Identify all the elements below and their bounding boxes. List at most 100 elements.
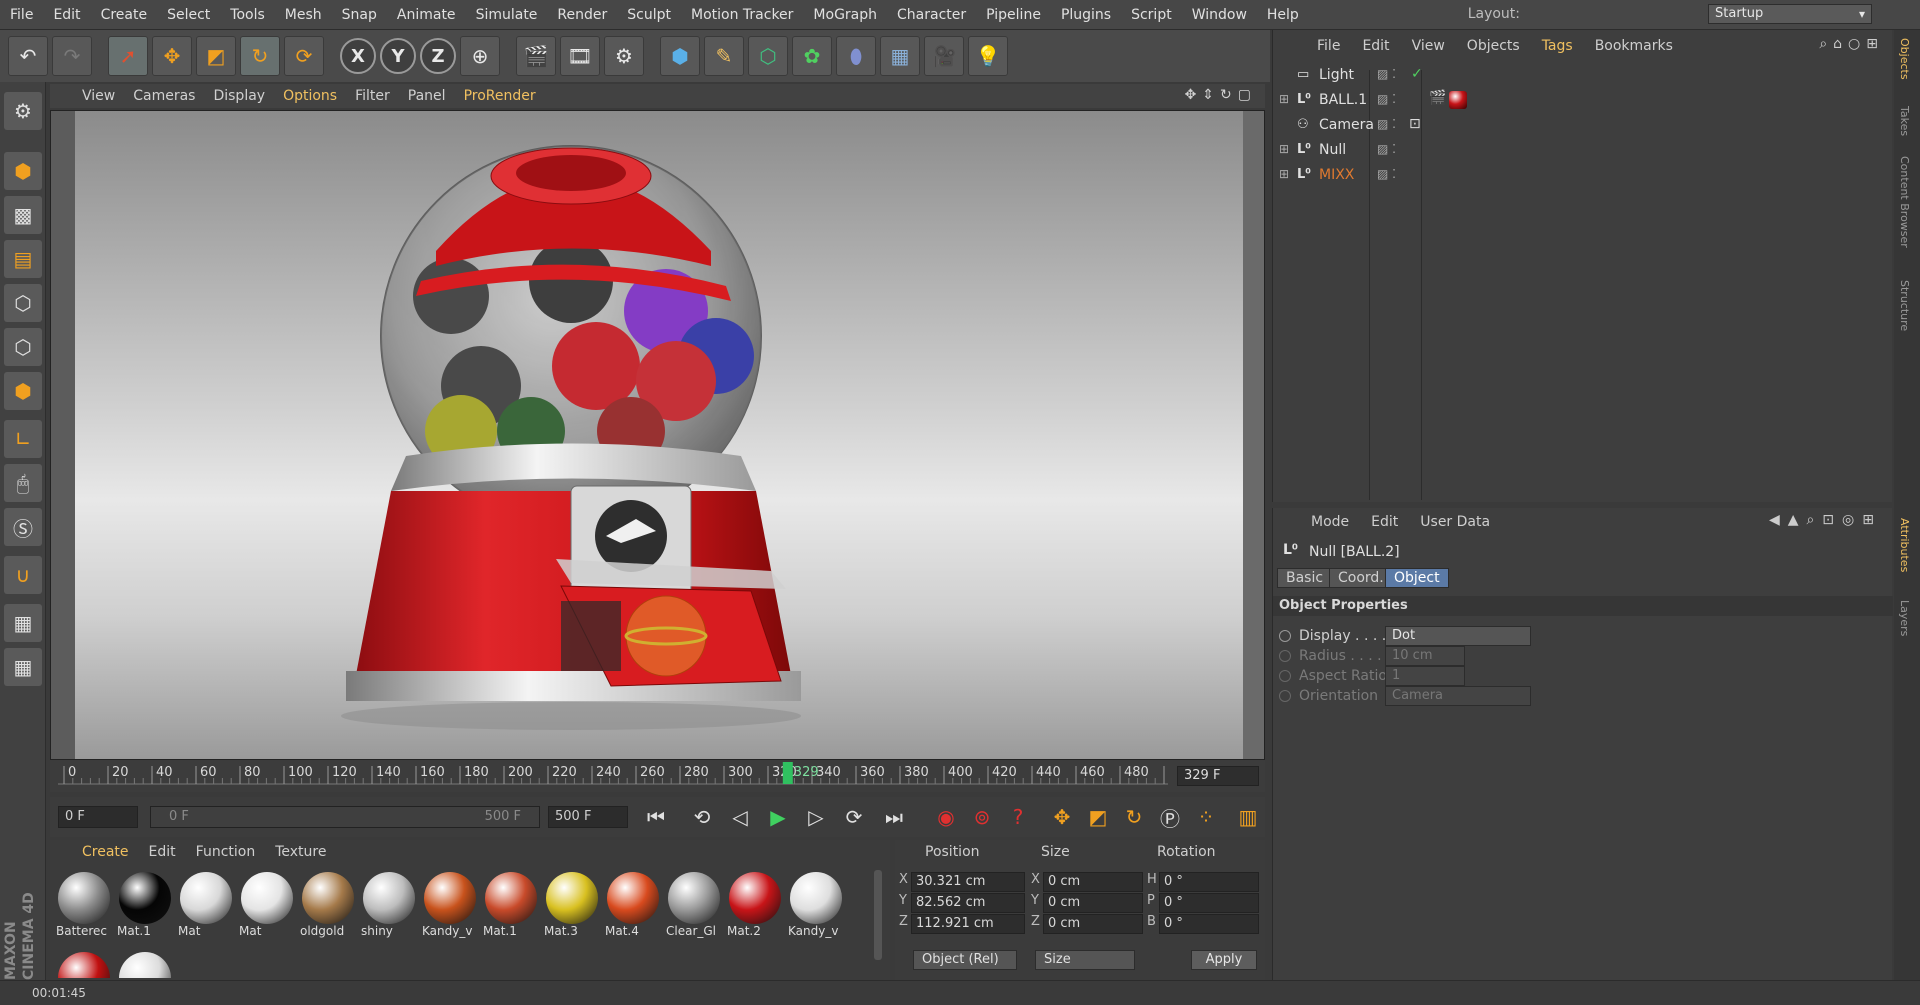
polygons-mode-icon[interactable]: ⬢ (4, 372, 42, 410)
menu-pipeline[interactable]: Pipeline (976, 7, 1051, 23)
om-menu-file[interactable]: File (1317, 38, 1340, 54)
viewport-menu-cameras[interactable]: Cameras (133, 88, 195, 104)
material-swatch[interactable]: Mat.3 (542, 868, 602, 944)
visibility-toggle-icon[interactable]: ▨ ⁚ (1377, 92, 1396, 106)
material-swatch[interactable]: Mat (237, 868, 297, 944)
tag-icon[interactable]: 🎬 (1429, 90, 1446, 106)
key-parameter-icon[interactable]: Ⓟ (1154, 801, 1186, 833)
material-swatch[interactable]: Mat.4 (603, 868, 663, 944)
side-tab-objects[interactable]: Objects (1898, 38, 1911, 80)
record-keys-icon[interactable]: ◉ (930, 801, 962, 833)
material-swatch[interactable]: Kandy_v (420, 868, 480, 944)
go-to-start-icon[interactable]: ⏮ (640, 801, 672, 833)
menu-character[interactable]: Character (887, 7, 976, 23)
viewport-navigation-icons[interactable]: ✥⇕↻▢ (1185, 87, 1257, 103)
side-tab-attributes[interactable]: Attributes (1898, 518, 1911, 572)
material-swatch[interactable] (54, 948, 114, 978)
object-name[interactable]: BALL.1 (1319, 92, 1367, 108)
enabled-check-icon[interactable]: ✓ (1411, 66, 1423, 82)
preview-range-slider[interactable]: 0 F 500 F (150, 806, 540, 828)
rotation-field[interactable]: 0 ° (1159, 893, 1259, 913)
animate-property-icon[interactable] (1279, 670, 1291, 682)
position-field[interactable]: 112.921 cm (911, 914, 1025, 934)
menu-select[interactable]: Select (157, 7, 220, 23)
snap-icon[interactable]: ∪ (4, 556, 42, 594)
timeline-ruler[interactable]: 0 20 40 60 80 100 120 140 160 180 200 220 240 260 280 3… (50, 760, 1265, 792)
auto-key-icon[interactable]: ⊚ (966, 801, 998, 833)
apply-button[interactable]: Apply (1191, 950, 1257, 970)
material-menu-texture[interactable]: Texture (275, 844, 326, 860)
am-nav-icons[interactable]: ◀▲⌕⊡◎⊞ (1769, 512, 1882, 528)
next-frame-icon[interactable]: ▷ (800, 801, 832, 833)
side-tab-takes[interactable]: Takes (1898, 106, 1911, 136)
material-swatch[interactable]: Batterec (54, 868, 114, 944)
object-row[interactable]: ⊞ L⁰ Null ▨ ⁚ (1273, 139, 1893, 163)
key-pla-icon[interactable]: ⁘ (1190, 801, 1222, 833)
menu-create[interactable]: Create (91, 7, 158, 23)
select-tool-icon[interactable]: ➚ (108, 36, 148, 76)
visibility-toggle-icon[interactable]: ▨ ⁚ (1377, 117, 1396, 131)
playhead[interactable] (782, 762, 793, 784)
size-field[interactable]: 0 cm (1043, 872, 1143, 892)
object-row[interactable]: ▭ Light ▨ ⁚ ✓ (1273, 64, 1893, 88)
material-menu-create[interactable]: Create (82, 844, 129, 860)
viewport[interactable] (50, 110, 1265, 760)
keyframe-selection-icon[interactable]: ? (1002, 801, 1034, 833)
material-tag-icon[interactable] (1449, 91, 1467, 109)
material-swatch[interactable]: Kandy_v (786, 868, 846, 944)
render-settings-icon[interactable]: ⚙ (604, 36, 644, 76)
property-value[interactable]: 1 (1385, 666, 1465, 686)
menu-animate[interactable]: Animate (387, 7, 466, 23)
layout-select[interactable]: Startup (1708, 4, 1872, 24)
undo-icon[interactable]: ↶ (8, 36, 48, 76)
key-rotation-icon[interactable]: ↻ (1118, 801, 1150, 833)
visibility-toggle-icon[interactable]: ▨ ⁚ (1377, 67, 1396, 81)
start-frame-field[interactable]: 0 F (58, 806, 138, 828)
menu-mograph[interactable]: MoGraph (803, 7, 887, 23)
menu-simulate[interactable]: Simulate (466, 7, 548, 23)
key-position-icon[interactable]: ✥ (1046, 801, 1078, 833)
position-field[interactable]: 30.321 cm (911, 872, 1025, 892)
menu-mesh[interactable]: Mesh (275, 7, 332, 23)
scale-tool-icon[interactable]: ◩ (196, 36, 236, 76)
material-swatch[interactable]: Mat (176, 868, 236, 944)
am-menu-mode[interactable]: Mode (1311, 514, 1349, 530)
size-field[interactable]: 0 cm (1043, 914, 1143, 934)
rotation-field[interactable]: 0 ° (1159, 914, 1259, 934)
viewport-menu-view[interactable]: View (82, 88, 115, 104)
om-menu-view[interactable]: View (1412, 38, 1445, 54)
om-menu-tags[interactable]: Tags (1542, 38, 1573, 54)
material-swatch[interactable] (115, 948, 175, 978)
coordinate-mode-select[interactable]: Object (Rel) (913, 950, 1017, 970)
recent-tool-icon[interactable]: ⟳ (284, 36, 324, 76)
next-key-icon[interactable]: ⟳ (838, 801, 870, 833)
menu-edit[interactable]: Edit (43, 7, 90, 23)
previous-key-icon[interactable]: ⟲ (686, 801, 718, 833)
animate-property-icon[interactable] (1279, 630, 1291, 642)
viewport-menu-panel[interactable]: Panel (408, 88, 446, 104)
tab-object[interactable]: Object (1385, 568, 1449, 588)
material-swatch[interactable]: Mat.1 (115, 868, 175, 944)
size-field[interactable]: 0 cm (1043, 893, 1143, 913)
grid-rotate-icon[interactable]: ▦ (4, 648, 42, 686)
move-tool-icon[interactable]: ✥ (152, 36, 192, 76)
play-icon[interactable]: ▶ (762, 801, 794, 833)
tab-coord[interactable]: Coord. (1329, 568, 1393, 588)
cloner-icon[interactable]: ✿ (792, 36, 832, 76)
material-swatch[interactable]: Clear_Gl (664, 868, 724, 944)
menu-plugins[interactable]: Plugins (1051, 7, 1121, 23)
edges-mode-icon[interactable]: ⬡ (4, 328, 42, 366)
end-frame-field[interactable]: 500 F (548, 806, 628, 828)
timeline-icon[interactable]: ▥ (1232, 801, 1264, 833)
y-axis-icon[interactable]: Y (380, 38, 416, 74)
position-field[interactable]: 82.562 cm (911, 893, 1025, 913)
floor-icon[interactable]: ▦ (880, 36, 920, 76)
viewport-menu-prorender[interactable]: ProRender (464, 88, 536, 104)
current-frame-field[interactable]: 329 F (1177, 766, 1259, 786)
side-tab-structure[interactable]: Structure (1898, 280, 1911, 331)
camera-icon[interactable]: 🎥 (924, 36, 964, 76)
deformer-icon[interactable]: ⬮ (836, 36, 876, 76)
pen-icon[interactable]: ✎ (704, 36, 744, 76)
menu-file[interactable]: File (0, 7, 43, 23)
texture-mode-icon[interactable]: ▩ (4, 196, 42, 234)
